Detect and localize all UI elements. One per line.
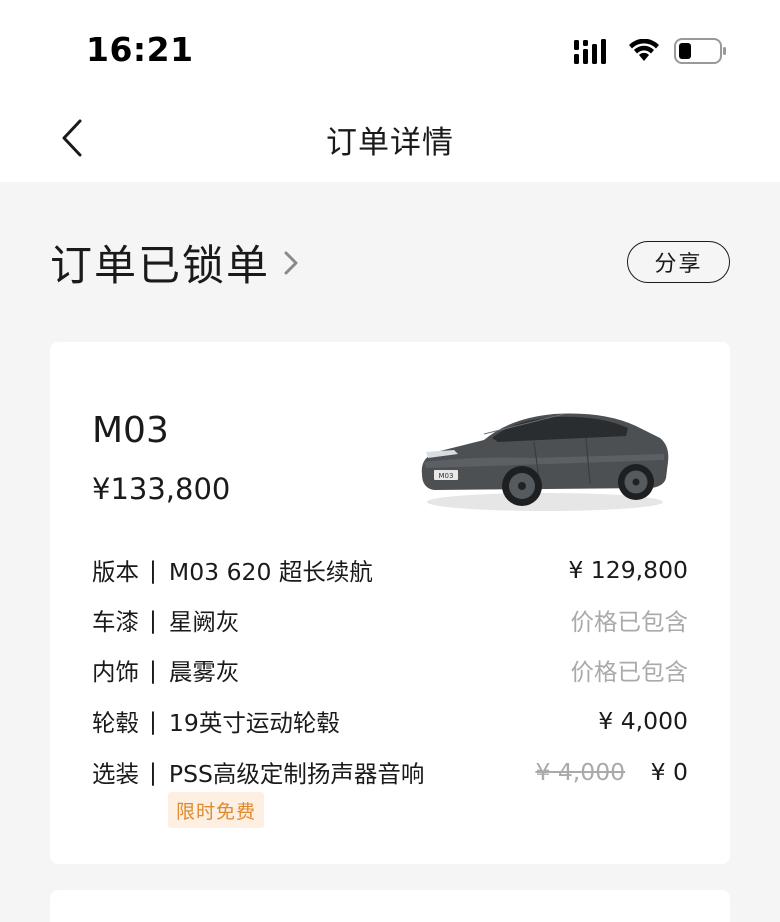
signal-icon	[574, 39, 606, 64]
config-name: PSS高级定制扬声器音响	[168, 760, 425, 788]
order-status-link[interactable]: 订单已锁单	[50, 232, 302, 293]
header-area: 16:21 订单详情	[0, 0, 780, 182]
config-row-option: 选装 | PSS高级定制扬声器音响 ¥ 4,000 ¥ 0	[92, 755, 688, 789]
status-time: 16:21	[86, 30, 194, 69]
config-name: 19英寸运动轮毂	[168, 709, 340, 737]
config-separator: |	[149, 556, 157, 584]
config-row-interior: 内饰 | 晨雾灰 价格已包含	[92, 653, 688, 687]
config-category: 选装	[92, 760, 139, 788]
config-price-included: 价格已包含	[570, 658, 689, 686]
model-name: M03	[92, 410, 169, 451]
config-separator: |	[149, 656, 157, 684]
config-row-wheels: 轮毂 | 19英寸运动轮毂 ¥ 4,000	[92, 704, 688, 738]
status-icons	[574, 36, 728, 66]
config-price: ¥ 129,800	[568, 556, 688, 584]
config-category: 内饰	[92, 658, 139, 686]
config-row-paint: 车漆 | 星阙灰 价格已包含	[92, 603, 688, 637]
config-price-included: 价格已包含	[570, 608, 689, 636]
page-title: 订单详情	[326, 125, 454, 161]
order-detail-card: M03 ¥133,800 M03 版本 | M03 620 超长续航 ¥ 129…	[50, 342, 730, 864]
plate-text: M03	[439, 472, 454, 480]
model-total-price: ¥133,800	[92, 472, 231, 506]
config-separator: |	[149, 707, 157, 735]
battery-icon	[674, 38, 726, 64]
free-promo-badge: 限时免费	[168, 792, 265, 828]
config-category: 轮毂	[92, 709, 139, 737]
config-price: ¥ 4,000	[598, 707, 688, 735]
config-category: 车漆	[92, 608, 139, 636]
config-separator: |	[149, 606, 157, 634]
next-card	[50, 890, 730, 922]
wifi-icon	[629, 39, 659, 61]
config-category: 版本	[92, 558, 139, 586]
share-button[interactable]: 分享	[627, 241, 730, 283]
config-row-version: 版本 | M03 620 超长续航 ¥ 129,800	[92, 553, 688, 587]
config-original-price: ¥ 4,000	[535, 758, 626, 786]
config-name: 星阙灰	[168, 608, 240, 636]
config-separator: |	[149, 758, 157, 786]
chevron-right-icon	[284, 251, 298, 274]
car-image: M03	[421, 413, 669, 511]
config-price: ¥ 0	[650, 758, 688, 786]
config-name: M03 620 超长续航	[168, 558, 373, 586]
config-name: 晨雾灰	[168, 658, 240, 686]
order-status-text: 订单已锁单	[50, 241, 271, 290]
